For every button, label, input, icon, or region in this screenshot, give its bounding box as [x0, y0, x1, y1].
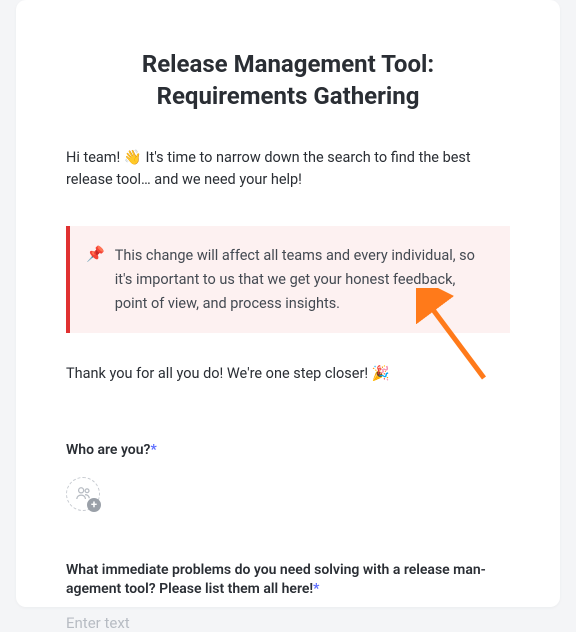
pushpin-icon: 📌 — [86, 244, 105, 316]
intro-pre: Hi team! — [66, 149, 124, 166]
party-emoji: 🎉 — [372, 365, 390, 382]
wave-emoji: 👋 — [124, 149, 142, 166]
thanks-text: Thank you for all you do! We're one step… — [66, 363, 510, 385]
thanks-pre: Thank you for all you do! We're one step… — [66, 365, 372, 382]
form-card: Release Management Tool: Requirements Ga… — [16, 0, 560, 607]
q1-text: Who are you? — [66, 442, 150, 458]
problems-input[interactable] — [66, 614, 510, 632]
question-problems-label: What immediate problems do you need solv… — [66, 561, 510, 600]
people-picker[interactable]: + — [66, 477, 100, 511]
question-problems: What immediate problems do you need solv… — [66, 561, 510, 632]
required-mark: * — [150, 442, 156, 458]
intro-text: Hi team! 👋 It's time to narrow down the … — [66, 147, 510, 192]
add-icon: + — [87, 498, 101, 512]
question-who: Who are you?* + — [66, 441, 510, 511]
callout-box: 📌 This change will affect all teams and … — [66, 226, 510, 334]
q2-text: What immediate problems do you need solv… — [66, 562, 486, 598]
page-title: Release Management Tool: Requirements Ga… — [66, 48, 510, 113]
question-who-label: Who are you?* — [66, 441, 510, 461]
callout-text: This change will affect all teams and ev… — [115, 244, 490, 316]
required-mark: * — [313, 581, 319, 597]
